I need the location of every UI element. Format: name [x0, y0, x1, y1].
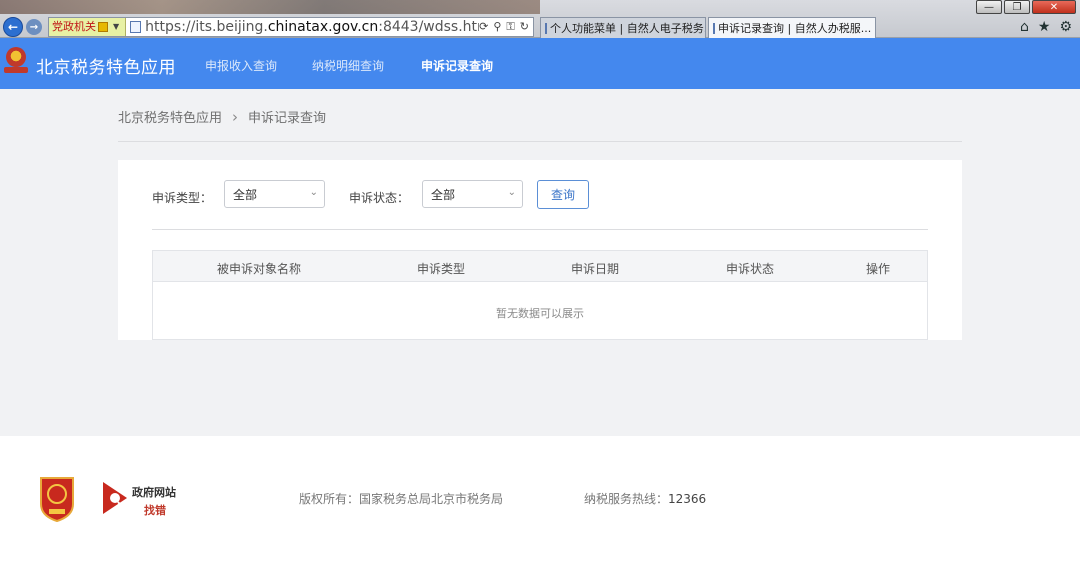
appeal-type-label: 申诉类型：	[152, 191, 213, 205]
breadcrumb-current: 申诉记录查询	[248, 111, 327, 126]
column-header: 申诉类型	[416, 262, 465, 276]
hotline-label: 纳税服务热线：	[584, 492, 669, 506]
address-bar[interactable]: 党政机关 ▼ https://its.beijing.chinatax.gov.…	[48, 17, 534, 37]
browser-tab-active[interactable]: 申诉记录查询 | 自然人办税服... ✕	[708, 17, 876, 38]
security-badge-label: 党政机关	[52, 20, 96, 33]
browser-tab-label: 申诉记录查询 | 自然人办税服...	[718, 22, 872, 35]
site-header: 北京税务特色应用 申报收入查询 纳税明细查询 申诉记录查询	[0, 38, 1080, 89]
minimize-icon[interactable]: —	[976, 0, 1002, 14]
empty-state-message: 暂无数据可以展示	[496, 307, 584, 320]
browser-tab[interactable]: 个人功能菜单 | 自然人电子税务...	[540, 17, 706, 38]
search-icon[interactable]: ⚲	[493, 20, 501, 34]
nav-appeal-record-query[interactable]: 申诉记录查询	[421, 57, 493, 74]
site-footer: 政府网站 找错 版权所有：国家税务总局北京市税务局 纳税服务热线：12366	[0, 436, 1080, 564]
chevron-down-icon: ⌄	[309, 187, 318, 198]
service-hotline: 纳税服务热线：12366	[584, 490, 706, 507]
refresh-icon[interactable]: ↻	[520, 20, 529, 34]
tax-emblem-icon[interactable]	[4, 47, 28, 77]
nav-tax-detail-query[interactable]: 纳税明细查询	[312, 57, 384, 74]
chevron-right-icon: ›	[232, 107, 239, 126]
compat-view-icon[interactable]: ⟳	[479, 20, 488, 34]
column-header: 操作	[865, 262, 890, 276]
party-government-badge-icon[interactable]	[37, 474, 77, 523]
column-header: 申诉状态	[725, 262, 774, 276]
hotline-number: 12366	[668, 492, 707, 506]
lock-icon[interactable]: ⚿	[506, 20, 514, 34]
maximize-icon[interactable]: ❐	[1004, 0, 1030, 14]
security-badge[interactable]: 党政机关 ▼	[49, 18, 127, 36]
browser-toolbar: ← → 党政机关 ▼ https://its.beijing.chinatax.…	[0, 0, 1080, 38]
star-icon[interactable]: ★	[1038, 19, 1051, 35]
query-button[interactable]: 查询	[537, 180, 589, 209]
close-icon[interactable]: ✕	[874, 23, 875, 34]
column-header: 申诉日期	[570, 262, 619, 276]
url-text[interactable]: https://its.beijing.chinatax.gov.cn:8443…	[145, 19, 479, 35]
column-header: 被申诉对象名称	[216, 262, 301, 276]
desktop-background	[0, 0, 540, 14]
appeal-status-select[interactable]: 全部 ⌄	[422, 180, 523, 208]
gear-icon[interactable]: ⚙	[1059, 19, 1072, 35]
home-icon[interactable]: ⌂	[1020, 19, 1029, 35]
page-icon	[130, 21, 142, 33]
appeal-status-value: 全部	[431, 187, 456, 202]
copyright-text: 版权所有：国家税务总局北京市税务局	[299, 492, 504, 506]
browser-tab-label: 个人功能菜单 | 自然人电子税务...	[550, 22, 706, 35]
gov-site-label: 政府网站	[132, 486, 176, 499]
chevron-down-icon[interactable]: ▼	[110, 18, 122, 36]
appeal-status-label: 申诉状态：	[349, 191, 410, 205]
gov-site-logo-icon	[103, 482, 127, 514]
flag-icon	[98, 22, 108, 32]
gov-site-error-label: 找错	[144, 504, 166, 517]
site-title[interactable]: 北京税务特色应用	[36, 53, 176, 78]
breadcrumb-root[interactable]: 北京税务特色应用	[118, 107, 222, 126]
nav-income-query[interactable]: 申报收入查询	[205, 57, 277, 74]
back-arrow-icon[interactable]: ←	[3, 17, 23, 37]
window-close-icon[interactable]: ✕	[1032, 0, 1076, 14]
page-icon	[713, 22, 715, 34]
appeal-type-value: 全部	[233, 187, 258, 202]
page-icon	[545, 22, 547, 34]
forward-arrow-icon[interactable]: →	[26, 19, 42, 35]
gov-site-error-report[interactable]: 政府网站 找错	[101, 480, 191, 520]
appeal-type-select[interactable]: 全部 ⌄	[224, 180, 325, 208]
divider	[152, 229, 928, 230]
chevron-down-icon: ⌄	[507, 187, 516, 198]
search-panel: 申诉类型： 全部 ⌄ 申诉状态： 全部 ⌄ 查询 被申诉对象名称 申诉类型 申诉…	[118, 160, 962, 340]
appeal-records-table: 被申诉对象名称 申诉类型 申诉日期 申诉状态 操作 暂无数据可以展示	[152, 250, 928, 340]
breadcrumb: 北京税务特色应用 › 申诉记录查询	[118, 107, 327, 127]
divider	[118, 141, 962, 142]
table-header: 被申诉对象名称 申诉类型 申诉日期 申诉状态 操作	[153, 251, 927, 282]
